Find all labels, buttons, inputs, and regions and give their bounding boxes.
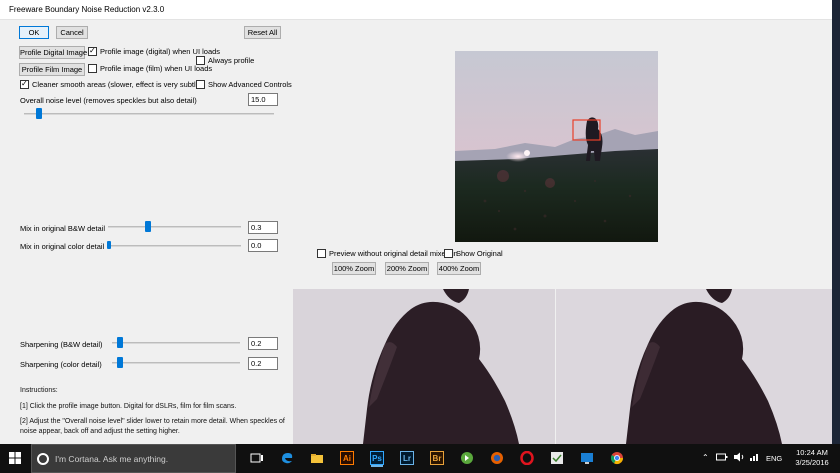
checkbox-empty-icon xyxy=(196,80,205,89)
chevron-up-icon[interactable]: ⌃ xyxy=(702,453,709,462)
zoom-preview-before[interactable] xyxy=(293,289,555,444)
chrome-icon[interactable] xyxy=(610,451,624,465)
background-strip xyxy=(832,0,840,444)
sharpen-bw-slider-thumb[interactable] xyxy=(116,337,123,348)
mix-bw-slider-thumb[interactable] xyxy=(144,221,151,232)
zoom-400-button[interactable]: 400% Zoom xyxy=(437,262,481,275)
instructions-heading: Instructions: xyxy=(20,387,58,394)
battery-icon[interactable] xyxy=(716,452,728,464)
illustrator-icon[interactable]: Ai xyxy=(340,451,354,465)
profile-film-button[interactable]: Profile Film Image xyxy=(19,63,85,76)
noise-level-slider-thumb[interactable] xyxy=(36,108,42,119)
start-button[interactable] xyxy=(0,444,30,473)
cancel-button[interactable]: Cancel xyxy=(56,26,88,39)
search-placeholder: I'm Cortana. Ask me anything. xyxy=(55,454,169,464)
mix-color-field[interactable]: 0.0 xyxy=(248,239,278,252)
cortana-search-box[interactable]: I'm Cortana. Ask me anything. xyxy=(31,444,236,473)
zoom-200-button[interactable]: 200% Zoom xyxy=(385,262,429,275)
checkbox-checked-icon xyxy=(20,79,29,89)
show-original-checkbox[interactable]: Show Original xyxy=(444,249,503,258)
zoom-100-button[interactable]: 100% Zoom xyxy=(332,262,376,275)
checkbox-label: Cleaner smooth areas (slower, effect is … xyxy=(32,80,203,89)
taskbar: I'm Cortana. Ask me anything. Ai Ps Lr B… xyxy=(0,444,840,473)
instructions-line-2a: [2] Adjust the "Overall noise level" sli… xyxy=(20,418,285,425)
clock-time: 10:24 AM xyxy=(796,448,828,457)
show-advanced-checkbox[interactable]: Show Advanced Controls xyxy=(196,80,292,89)
language-indicator[interactable]: ENG xyxy=(766,454,782,463)
lightroom-icon[interactable]: Lr xyxy=(400,451,414,465)
sharpen-bw-field[interactable]: 0.2 xyxy=(248,337,278,350)
edge-browser-icon[interactable] xyxy=(280,451,294,465)
profile-film-on-load-checkbox[interactable]: Profile image (film) when UI loads xyxy=(88,64,212,73)
profile-digital-button[interactable]: Profile Digital Image xyxy=(19,46,87,59)
sharpen-color-field[interactable]: 0.2 xyxy=(248,357,278,370)
mix-color-slider-thumb[interactable] xyxy=(107,241,111,249)
noise-level-slider-track[interactable] xyxy=(24,113,274,115)
mix-color-slider-track[interactable] xyxy=(108,245,241,247)
zoom-preview-after[interactable] xyxy=(556,289,832,444)
photoshop-icon[interactable]: Ps xyxy=(370,451,384,465)
instructions-line-2b: noise appear, back off and adjust the se… xyxy=(20,428,180,435)
app-window: Freeware Boundary Noise Reduction v2.3.0… xyxy=(0,0,840,444)
remote-desktop-icon[interactable] xyxy=(580,451,594,465)
bridge-icon[interactable]: Br xyxy=(430,451,444,465)
clock[interactable]: 10:24 AM 3/25/2016 xyxy=(792,448,832,468)
preview-image[interactable] xyxy=(455,51,658,242)
checkbox-label: Show Advanced Controls xyxy=(208,80,292,89)
file-explorer-icon[interactable] xyxy=(310,451,324,465)
sharpen-bw-slider-track[interactable] xyxy=(112,342,240,344)
sharpen-bw-label: Sharpening (B&W detail) xyxy=(20,340,103,349)
sharpen-color-slider-thumb[interactable] xyxy=(116,357,123,368)
checkbox-label: Always profile xyxy=(208,56,255,65)
clock-date: 3/25/2016 xyxy=(795,458,829,467)
network-icon[interactable] xyxy=(749,452,761,464)
mix-color-label: Mix in original color detail xyxy=(20,242,105,251)
windows-logo-icon xyxy=(9,452,21,464)
checkbox-checked-icon xyxy=(88,46,97,56)
ok-button[interactable]: OK xyxy=(19,26,49,39)
window-title: Freeware Boundary Noise Reduction v2.3.0 xyxy=(9,5,165,14)
volume-icon[interactable] xyxy=(733,452,745,464)
opera-icon[interactable] xyxy=(520,451,534,465)
task-view-icon[interactable] xyxy=(250,451,264,465)
app-icon[interactable] xyxy=(550,451,564,465)
checkbox-label: Show Original xyxy=(456,249,503,258)
checkbox-label: Profile image (digital) when UI loads xyxy=(100,47,221,56)
title-bar[interactable]: Freeware Boundary Noise Reduction v2.3.0 xyxy=(0,0,840,20)
sharpen-color-label: Sharpening (color detail) xyxy=(20,360,102,369)
reset-all-button[interactable]: Reset All xyxy=(244,26,281,39)
cortana-icon xyxy=(37,453,49,465)
evernote-icon[interactable] xyxy=(460,451,474,465)
mix-bw-slider-track[interactable] xyxy=(108,226,241,228)
mix-bw-label: Mix in original B&W detail xyxy=(20,224,106,233)
checkbox-empty-icon xyxy=(444,249,453,258)
profile-digital-on-load-checkbox[interactable]: Profile image (digital) when UI loads xyxy=(88,46,221,56)
checkbox-empty-icon xyxy=(88,64,97,73)
sharpen-color-slider-track[interactable] xyxy=(112,362,240,364)
noise-level-label: Overall noise level (removes speckles bu… xyxy=(20,96,197,105)
instructions-line-1: [1] Click the profile image button. Digi… xyxy=(20,403,237,410)
cleaner-smooth-checkbox[interactable]: Cleaner smooth areas (slower, effect is … xyxy=(20,79,203,89)
checkbox-label: Preview without original detail mixed in xyxy=(329,249,458,258)
mix-bw-field[interactable]: 0.3 xyxy=(248,221,278,234)
firefox-icon[interactable] xyxy=(490,451,504,465)
checkbox-empty-icon xyxy=(317,249,326,258)
noise-level-field[interactable]: 15.0 xyxy=(248,93,278,106)
preview-without-detail-checkbox[interactable]: Preview without original detail mixed in xyxy=(317,249,458,258)
checkbox-label: Profile image (film) when UI loads xyxy=(100,64,213,73)
